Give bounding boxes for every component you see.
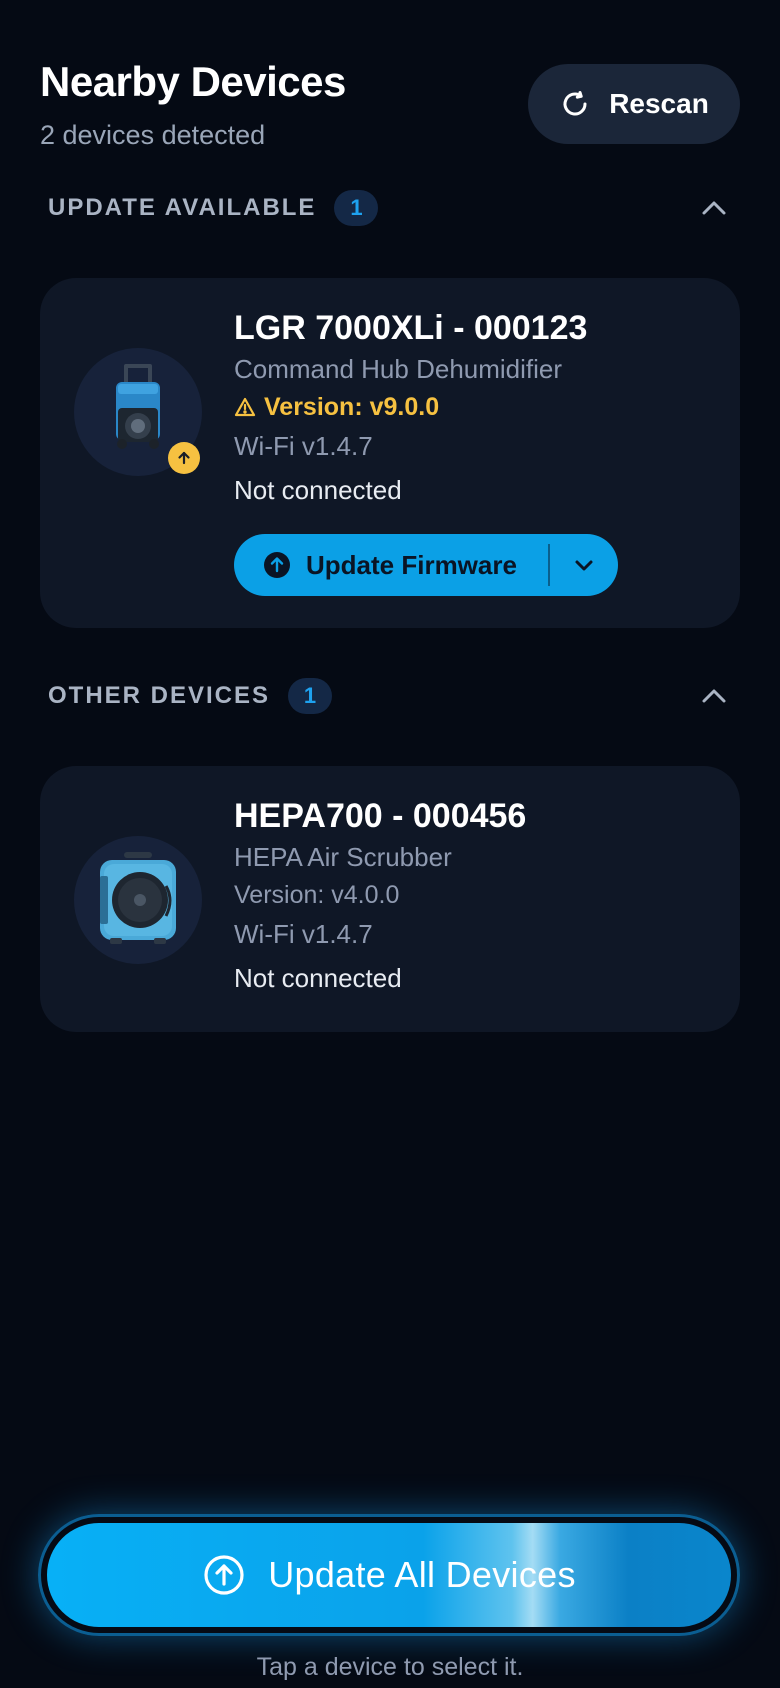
upload-circle-icon — [264, 552, 290, 578]
section-update-available[interactable]: UPDATE AVAILABLE 1 — [48, 186, 740, 230]
devices-detected-count: 2 devices detected — [40, 120, 266, 150]
device-card-hepa700[interactable]: HEPA700 - 000456 HEPA Air Scrubber Versi… — [40, 766, 740, 1032]
rescan-label: Rescan — [609, 88, 709, 119]
device-wifi-version: Wi-Fi v1.4.7 — [234, 431, 373, 461]
chevron-up-icon[interactable] — [698, 680, 730, 712]
section-other-devices[interactable]: OTHER DEVICES 1 — [48, 674, 740, 718]
device-image-dehumidifier — [74, 348, 202, 476]
section-count-badge: 1 — [334, 190, 379, 226]
chevron-down-icon — [575, 560, 593, 571]
device-connection-status: Not connected — [234, 475, 402, 505]
device-info: LGR 7000XLi - 000123 Command Hub Dehumid… — [234, 308, 720, 512]
chevron-up-icon[interactable] — [698, 192, 730, 224]
selection-hint: Tap a device to select it. — [256, 1653, 524, 1681]
device-name: LGR 7000XLi - 000123 — [234, 309, 588, 347]
nearby-devices-screen: Nearby Devices 2 devices detected Rescan… — [0, 0, 780, 1688]
page-title: Nearby Devices — [40, 58, 346, 105]
device-version: Version: v4.0.0 — [234, 881, 400, 909]
air-scrubber-image — [100, 852, 176, 944]
header: Nearby Devices 2 devices detected Rescan — [40, 54, 740, 154]
update-firmware-label: Update Firmware — [306, 549, 517, 580]
device-connection-status: Not connected — [234, 963, 402, 993]
device-info: HEPA700 - 000456 HEPA Air Scrubber Versi… — [234, 796, 720, 1000]
device-version: Version: v9.0.0 — [264, 393, 440, 421]
refresh-icon — [563, 91, 587, 116]
device-name: HEPA700 - 000456 — [234, 797, 527, 835]
warning-icon — [234, 397, 256, 417]
update-all-label: Update All Devices — [268, 1554, 576, 1595]
upload-circle-icon — [204, 1555, 244, 1595]
update-all-container: Update All Devices — [38, 1514, 740, 1636]
update-firmware-split-button: Update Firmware — [234, 534, 618, 596]
update-badge — [168, 442, 200, 474]
section-label: OTHER DEVICES — [48, 682, 271, 709]
device-type: HEPA Air Scrubber — [234, 842, 452, 872]
device-card-lgr7000xli[interactable]: LGR 7000XLi - 000123 Command Hub Dehumid… — [40, 278, 740, 628]
section-label: UPDATE AVAILABLE — [48, 194, 317, 221]
device-type: Command Hub Dehumidifier — [234, 354, 563, 384]
device-image-air-scrubber — [74, 836, 202, 964]
rescan-button[interactable]: Rescan — [528, 64, 740, 144]
update-arrow-icon — [178, 451, 190, 465]
section-count-badge: 1 — [288, 678, 333, 714]
update-all-devices-button[interactable]: Update All Devices — [47, 1523, 731, 1627]
firmware-options-button[interactable] — [550, 534, 618, 596]
update-firmware-button[interactable]: Update Firmware — [234, 534, 548, 596]
device-wifi-version: Wi-Fi v1.4.7 — [234, 919, 373, 949]
device-version-warning: Version: v9.0.0 — [234, 388, 720, 426]
